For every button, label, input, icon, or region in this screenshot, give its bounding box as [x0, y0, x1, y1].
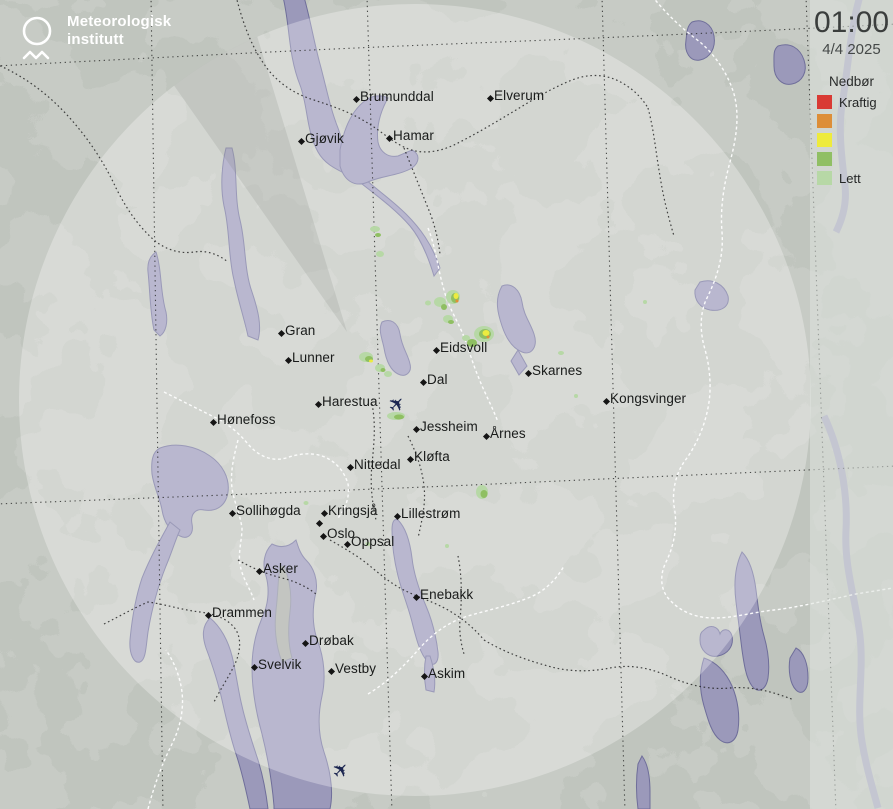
legend-swatch: [817, 95, 832, 109]
precip-echo: [483, 330, 490, 336]
clock: 01:00 4/4 2025: [810, 6, 893, 58]
precip-echo: [376, 251, 384, 257]
legend-swatch: [817, 133, 832, 147]
precip-echo: [441, 304, 447, 310]
precip-echo: [445, 544, 449, 548]
precip-echo: [574, 394, 578, 398]
precip-echo: [481, 490, 488, 498]
precip-echo: [454, 293, 459, 299]
legend-swatch: [817, 171, 832, 185]
precip-legend: Nedbør Kraftig Lett: [810, 74, 893, 185]
legend-row: [817, 133, 893, 147]
radar-map-screen: BrumunddalElverumGjøvikHamarGranLunnerEi…: [0, 0, 893, 809]
precip-echo: [304, 501, 309, 505]
legend-label: Kraftig: [839, 95, 877, 110]
precip-echo: [456, 300, 459, 303]
legend-rows: Kraftig Lett: [810, 95, 893, 185]
precip-echo: [467, 339, 477, 347]
met-logo-icon: [12, 10, 58, 70]
legend-swatch: [817, 114, 832, 128]
precip-echo: [369, 360, 373, 363]
org-name-line1: Meteorologisk: [67, 13, 171, 31]
precip-echo: [366, 542, 371, 546]
legend-title: Nedbør: [810, 74, 893, 89]
radar-coverage-circle: [19, 4, 811, 796]
legend-label: Lett: [839, 171, 861, 186]
legend-row: Lett: [817, 171, 893, 185]
precip-echo: [448, 320, 454, 324]
legend-row: [817, 152, 893, 166]
met-logo: Meteorologisk institutt: [12, 10, 171, 70]
time-display: 01:00: [810, 6, 893, 40]
date-display: 4/4 2025: [810, 41, 893, 58]
precip-echo: [425, 301, 431, 306]
precip-echo: [375, 233, 381, 237]
precip-echo: [370, 226, 380, 232]
precip-echo: [558, 351, 564, 355]
precip-echo: [487, 336, 490, 339]
precip-echo: [384, 371, 392, 377]
legend-row: Kraftig: [817, 95, 893, 109]
radar-map-canvas: [0, 0, 893, 809]
precip-echo: [381, 368, 386, 372]
info-panel: 01:00 4/4 2025 Nedbør Kraftig Lett: [810, 0, 893, 809]
lake-storsjoen: [686, 21, 715, 60]
precip-echo: [643, 300, 647, 304]
legend-swatch: [817, 152, 832, 166]
org-name-line2: institutt: [67, 31, 171, 49]
legend-row: [817, 114, 893, 128]
